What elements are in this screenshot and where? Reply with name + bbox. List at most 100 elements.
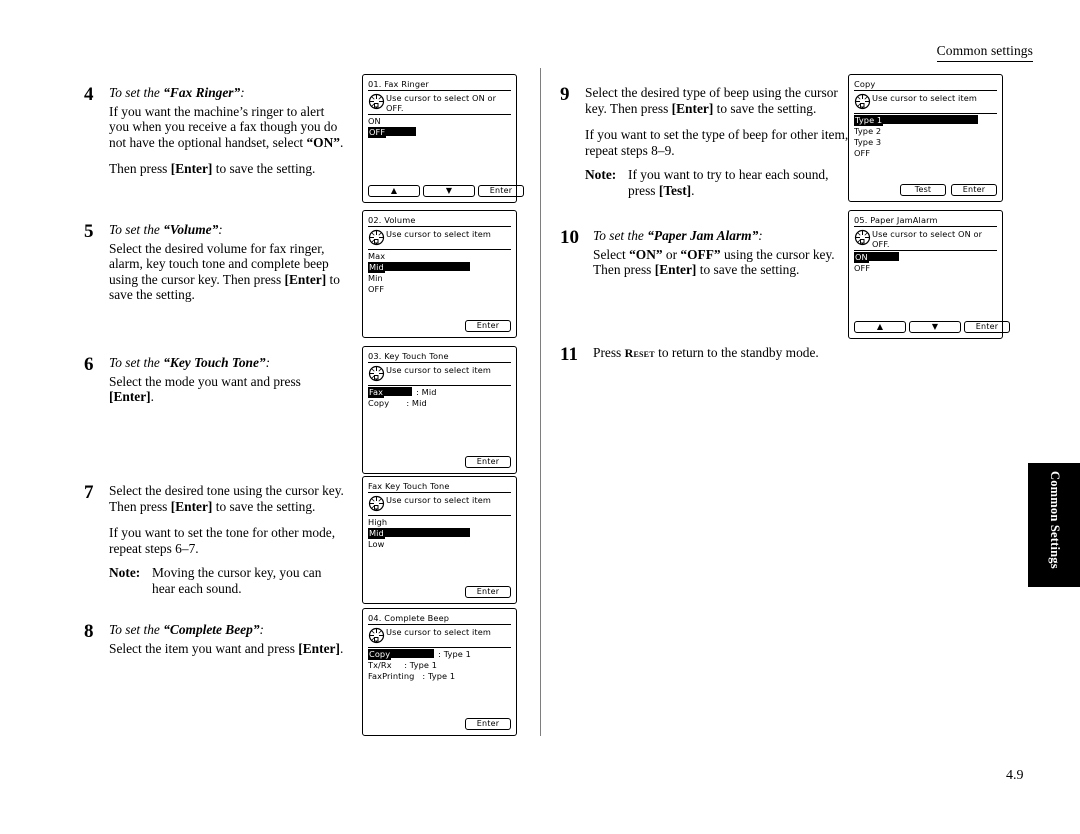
lcd-help-row: Use cursor to select item <box>368 365 511 386</box>
cursor-dial-icon-svg <box>368 627 385 644</box>
lcd-selection-bar <box>883 115 979 124</box>
cursor-dial-icon <box>368 627 385 644</box>
lcd-option-row[interactable]: Type 1 <box>854 115 997 126</box>
lcd-option-row[interactable]: OFF <box>368 127 511 138</box>
lcd-option-row[interactable]: Type 3 <box>854 137 997 148</box>
lcd-softkey-up-arrow[interactable]: ▲ <box>368 185 420 197</box>
lcd-softkey-up-arrow[interactable]: ▲ <box>854 321 906 333</box>
step-paragraph: Select “ON” or “OFF” using the cursor ke… <box>593 246 835 278</box>
lcd-option-row[interactable]: ON <box>368 116 511 127</box>
lcd-filler <box>854 159 997 181</box>
lcd-option-label: OFF <box>368 284 385 294</box>
lcd-softkey-enter[interactable]: Enter <box>465 586 511 598</box>
step-6: 6 To set the “Key Touch Tone”: Select the … <box>84 355 346 405</box>
lcd-filler <box>368 295 511 317</box>
lcd-option-row[interactable]: Fax: Mid <box>368 387 511 398</box>
step-4: 4 To set the “Fax Ringer”: If you want the… <box>84 85 346 177</box>
step-title-subject: “Fax Ringer” <box>163 85 241 100</box>
step-title-subject: “Complete Beep” <box>163 622 260 637</box>
lcd-softkey-enter[interactable]: Enter <box>465 718 511 730</box>
lcd-softkey-test[interactable]: Test <box>900 184 946 196</box>
lcd-option-row[interactable]: Low <box>368 539 511 550</box>
lcd-option-label: Max <box>368 251 386 261</box>
lcd-option-row[interactable]: Copy: Mid <box>368 398 511 409</box>
lcd-option-row[interactable]: Min <box>368 273 511 284</box>
step-11: 11 Press Reset to return to the standby m… <box>560 345 850 364</box>
lcd-option-row[interactable]: Type 2 <box>854 126 997 137</box>
step-number: 10 <box>560 227 579 248</box>
lcd-option-row[interactable]: Mid <box>368 262 511 273</box>
lcd-option-list: ON OFF <box>854 252 997 274</box>
cursor-dial-icon-svg <box>368 365 385 382</box>
lcd-option-label: Mid <box>368 528 385 539</box>
step-paragraph: Then press [Enter] to save the setting. <box>109 161 316 177</box>
step-title: To set the “Fax Ringer”: <box>109 85 346 101</box>
lcd-softkey-row: ▲ ▼ Enter <box>854 321 1010 333</box>
lcd-option-label: High <box>368 517 388 527</box>
lcd-softkey-enter[interactable]: Enter <box>465 320 511 332</box>
lcd-help-text: Use cursor to select item <box>386 229 491 239</box>
lcd-selection-bar <box>384 387 413 396</box>
lcd-softkey-row: Enter <box>368 456 511 468</box>
step-number: 9 <box>560 84 570 105</box>
lcd-option-list: High Mid Low <box>368 517 511 550</box>
lcd-option-row[interactable]: OFF <box>854 263 997 274</box>
lcd-option-label: ON <box>368 116 381 126</box>
lcd-screen-key-touch-tone: 03. Key Touch Tone Use cursor to select i… <box>362 346 517 474</box>
lcd-title: 03. Key Touch Tone <box>368 351 511 363</box>
step-body: Press Reset to return to the standby mod… <box>593 345 850 362</box>
step-8: 8 To set the “Complete Beep”: Select the i… <box>84 622 346 656</box>
lcd-option-row[interactable]: Max <box>368 251 511 262</box>
lcd-option-row[interactable]: Copy: Type 1 <box>368 649 511 660</box>
lcd-softkey-enter[interactable]: Enter <box>964 321 1010 333</box>
lcd-option-label: Tx/Rx <box>368 660 392 670</box>
step-number: 7 <box>84 482 94 503</box>
step-title-lead: To set the <box>109 622 164 637</box>
cursor-dial-icon <box>368 93 385 110</box>
step-title-lead: To set the <box>593 228 648 243</box>
lcd-option-label: Min <box>368 273 383 283</box>
lcd-help-row: Use cursor to select item <box>368 229 511 250</box>
lcd-selection-bar <box>391 649 435 658</box>
lcd-option-row[interactable]: ON <box>854 252 997 263</box>
step-title: To set the “Key Touch Tone”: <box>109 355 346 371</box>
cursor-dial-icon <box>854 93 871 110</box>
step-paragraph: Select the item you want and press [Ente… <box>109 640 344 656</box>
lcd-option-label: OFF <box>368 127 387 138</box>
lcd-option-row[interactable]: OFF <box>854 148 997 159</box>
lcd-option-value: : Type 1 <box>404 660 438 670</box>
lcd-option-row[interactable]: High <box>368 517 511 528</box>
step-paragraph: If you want the machine’s ringer to aler… <box>109 103 344 150</box>
step-title-subject: “Paper Jam Alarm” <box>647 228 759 243</box>
side-tab-common-settings: Common Settings <box>1028 463 1080 587</box>
note-label: Note: <box>109 565 141 581</box>
page-header-title: Common settings <box>936 43 1033 58</box>
lcd-screen-copy-beep-type: Copy Use cursor to select item Type 1 Type … <box>848 74 1003 202</box>
lcd-option-row[interactable]: OFF <box>368 284 511 295</box>
lcd-softkey-enter[interactable]: Enter <box>478 185 524 197</box>
cursor-dial-icon-svg <box>854 93 871 110</box>
lcd-option-row[interactable]: FaxPrinting: Type 1 <box>368 671 511 682</box>
lcd-softkey-down-arrow[interactable]: ▼ <box>423 185 475 197</box>
lcd-filler <box>368 138 511 182</box>
lcd-title: 01. Fax Ringer <box>368 79 511 91</box>
cursor-dial-icon-svg <box>368 93 385 110</box>
step-number: 6 <box>84 354 94 375</box>
lcd-option-row[interactable]: Mid <box>368 528 511 539</box>
step-paragraph: Select the mode you want and press [Ente… <box>109 373 301 405</box>
step-9: 9 Select the desired type of beep using t… <box>560 85 850 199</box>
lcd-help-row: Use cursor to select ON or OFF. <box>854 229 997 251</box>
lcd-option-label: Low <box>368 539 385 549</box>
lcd-softkey-enter[interactable]: Enter <box>465 456 511 468</box>
step-body: To set the “Key Touch Tone”: Select the m… <box>109 355 346 405</box>
lcd-softkey-row: Test Enter <box>854 184 997 196</box>
lcd-softkey-row: Enter <box>368 320 511 332</box>
lcd-option-list: Fax: Mid Copy: Mid <box>368 387 511 409</box>
step-note: Note: If you want to try to hear each sou… <box>585 167 829 198</box>
lcd-help-row: Use cursor to select item <box>368 627 511 648</box>
lcd-softkey-down-arrow[interactable]: ▼ <box>909 321 961 333</box>
lcd-option-label: OFF <box>854 263 871 273</box>
lcd-option-row[interactable]: Tx/Rx : Type 1 <box>368 660 511 671</box>
step-body: To set the “Volume”: Select the desired v… <box>109 222 346 303</box>
lcd-softkey-enter[interactable]: Enter <box>951 184 997 196</box>
